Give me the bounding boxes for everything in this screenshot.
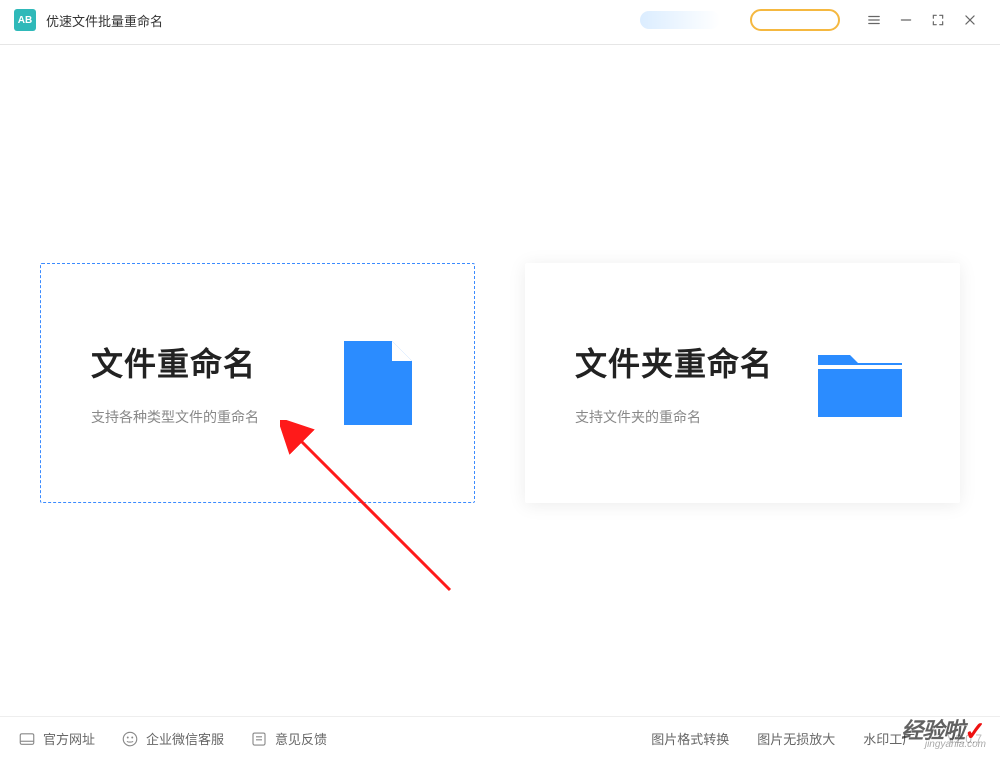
version-label: V2.0.7 bbox=[947, 732, 982, 746]
official-site-link[interactable]: 官方网址 bbox=[18, 729, 95, 748]
folder-rename-title: 文件夹重命名 bbox=[575, 339, 773, 385]
minimize-button[interactable] bbox=[890, 4, 922, 36]
file-rename-title: 文件重命名 bbox=[91, 339, 259, 385]
feedback-label: 意见反馈 bbox=[275, 729, 327, 748]
app-title: 优速文件批量重命名 bbox=[46, 11, 163, 30]
wechat-support-link[interactable]: 企业微信客服 bbox=[121, 729, 224, 748]
minimize-icon bbox=[899, 13, 913, 27]
official-site-label: 官方网址 bbox=[43, 729, 95, 748]
feedback-link[interactable]: 意见反馈 bbox=[250, 729, 327, 748]
titlebar: AB 优速文件批量重命名 bbox=[0, 0, 1000, 40]
menu-icon bbox=[867, 13, 881, 27]
app-icon: AB bbox=[14, 9, 36, 31]
file-rename-card[interactable]: 文件重命名 支持各种类型文件的重命名 bbox=[40, 263, 475, 503]
footer: 官方网址 企业微信客服 意见反馈 图片格式转换 图片无损放大 水印工厂 V2.0… bbox=[0, 716, 1000, 760]
titlebar-decor bbox=[640, 11, 720, 29]
wechat-icon bbox=[121, 730, 139, 748]
main-content: 文件重命名 支持各种类型文件的重命名 文件夹重命名 支持文件夹的重命名 bbox=[0, 45, 1000, 720]
fullscreen-button[interactable] bbox=[922, 4, 954, 36]
close-icon bbox=[963, 13, 977, 27]
file-icon bbox=[324, 333, 424, 433]
wechat-support-label: 企业微信客服 bbox=[146, 729, 224, 748]
menu-button[interactable] bbox=[858, 4, 890, 36]
close-button[interactable] bbox=[954, 4, 986, 36]
watermark-link[interactable]: 水印工厂 bbox=[863, 729, 915, 748]
feedback-icon bbox=[250, 730, 268, 748]
img-format-link[interactable]: 图片格式转换 bbox=[651, 729, 729, 748]
file-rename-subtitle: 支持各种类型文件的重命名 bbox=[91, 407, 259, 427]
fullscreen-icon bbox=[931, 13, 945, 27]
folder-rename-card[interactable]: 文件夹重命名 支持文件夹的重命名 bbox=[525, 263, 960, 503]
img-upscale-link[interactable]: 图片无损放大 bbox=[757, 729, 835, 748]
folder-icon bbox=[810, 333, 910, 433]
titlebar-badge bbox=[750, 9, 840, 31]
folder-rename-subtitle: 支持文件夹的重命名 bbox=[575, 407, 773, 427]
globe-icon bbox=[18, 730, 36, 748]
